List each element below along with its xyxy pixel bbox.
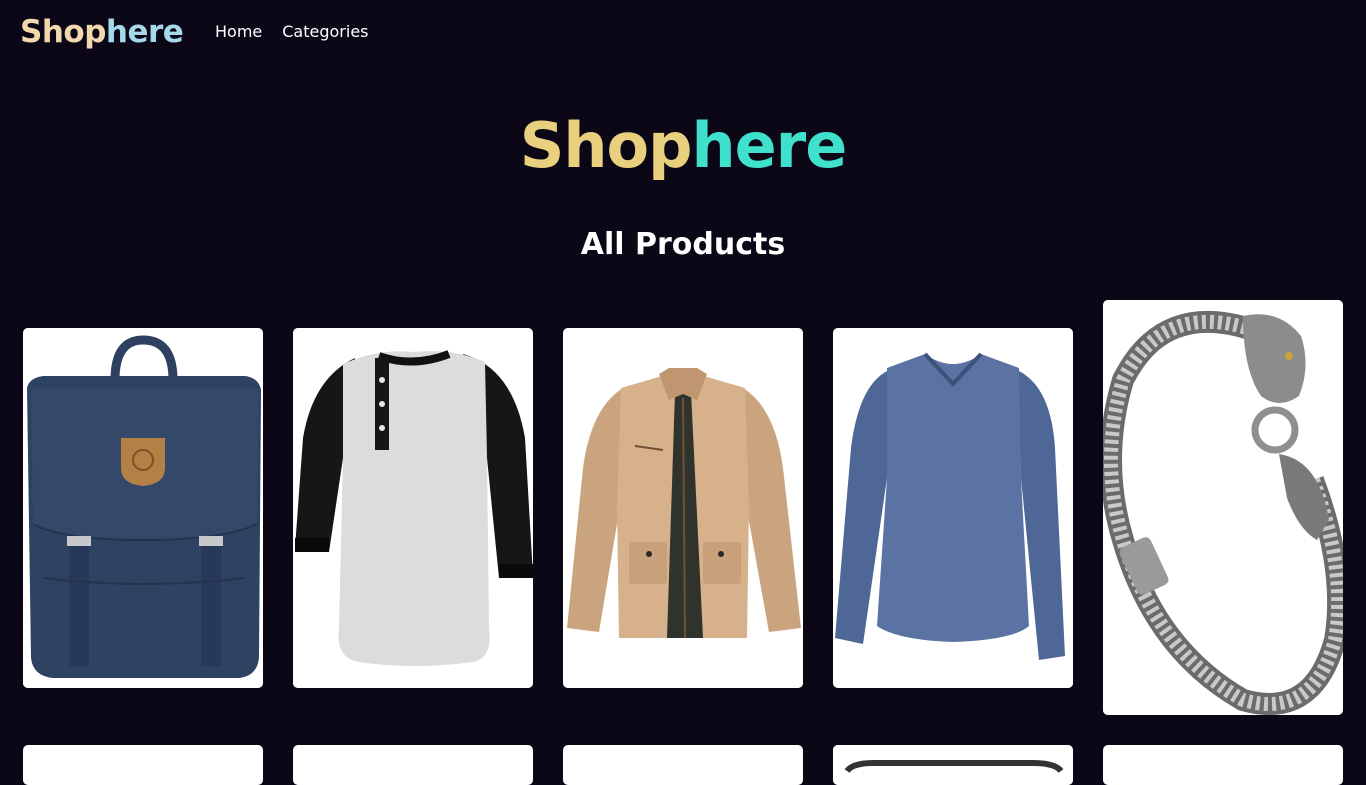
section-title: All Products [580,227,786,262]
hero-title: Shophere [0,108,1366,184]
product-card-row2-4[interactable] [833,745,1073,785]
product-card-henley-shirt[interactable] [293,328,533,688]
nav-logo[interactable]: Shophere [20,13,184,51]
product-card-row2-1[interactable] [23,745,263,785]
product-card-row2-2[interactable] [293,745,533,785]
navbar: Shophere Home Categories [0,0,1366,64]
product-card-jacket[interactable] [563,328,803,688]
product-card-row2-5[interactable] [1103,745,1343,785]
product-card-row2-3[interactable] [563,745,803,785]
bracelet-image [1103,300,1343,715]
product-card-long-sleeve-tee[interactable] [833,328,1073,688]
product-card-backpack[interactable] [23,328,263,688]
hero-title-here: here [691,109,847,182]
henley-shirt-image [293,328,533,688]
hero-title-shop: Shop [519,109,693,182]
nav-links: Home Categories [215,22,369,42]
jacket-image [563,328,803,688]
long-sleeve-tee-image [833,328,1073,688]
product-row2-4-image [833,745,1073,785]
nav-logo-shop: Shop [20,14,106,50]
nav-link-categories[interactable]: Categories [282,22,368,42]
nav-logo-here: here [105,14,184,50]
backpack-image [23,328,263,688]
nav-link-home[interactable]: Home [215,22,262,42]
product-card-bracelet[interactable] [1103,300,1343,715]
